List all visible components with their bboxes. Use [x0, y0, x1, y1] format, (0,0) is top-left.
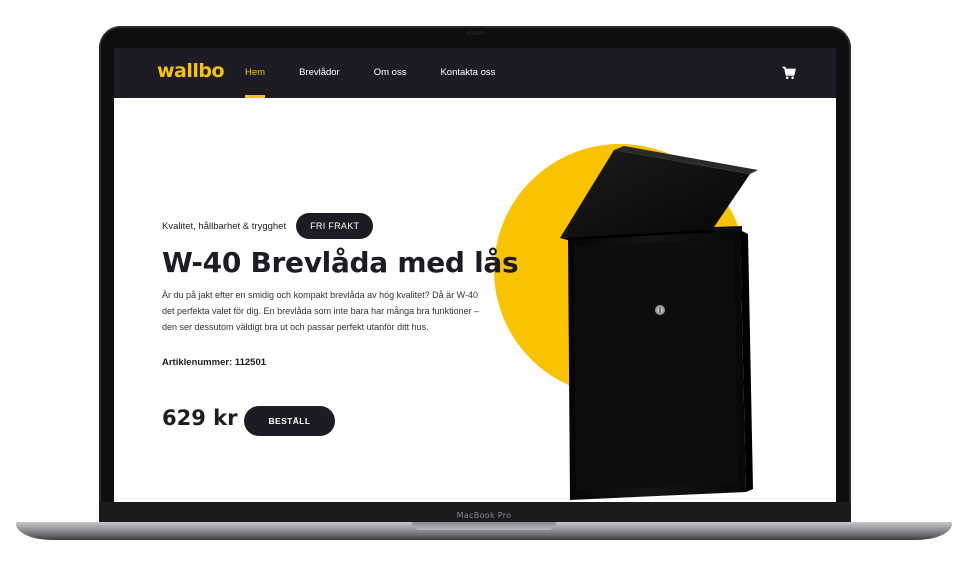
main-nav: Hem Brevlådor Om oss Kontakta oss: [245, 48, 529, 98]
nav-item-label: Kontakta oss: [440, 67, 496, 78]
product-price: 629 kr: [162, 406, 238, 430]
mailbox-product-image: [560, 146, 758, 500]
product-description: Är du på jakt efter en smidig och kompak…: [162, 290, 480, 332]
site-header: wallbo Hem Brevlådor Om oss Kontakta oss: [114, 48, 836, 98]
camera-notch: [466, 31, 484, 35]
device-model-label: MacBook Pro: [456, 511, 512, 520]
nav-item-label: Brevlådor: [299, 67, 340, 78]
tagline: Kvalitet, hållbarhet & trygghet: [162, 220, 287, 232]
product-title: W-40 Brevlåda med lås: [162, 246, 519, 279]
laptop-base-notch: [412, 522, 556, 530]
brand-logo[interactable]: wallbo: [157, 60, 225, 82]
nav-item-om-oss[interactable]: Om oss: [374, 48, 407, 98]
free-shipping-badge: FRI FRAKT: [296, 213, 374, 239]
nav-item-kontakta-oss[interactable]: Kontakta oss: [440, 48, 495, 98]
tagline-row: Kvalitet, hållbarhet & trygghet FRI FRAK…: [162, 213, 374, 239]
order-button[interactable]: BESTÄLL: [244, 406, 335, 436]
nav-item-label: Om oss: [373, 67, 407, 78]
laptop-screen: wallbo Hem Brevlådor Om oss Kontakta oss: [114, 48, 836, 502]
nav-item-brevlador[interactable]: Brevlådor: [299, 48, 340, 98]
active-nav-indicator: [245, 95, 266, 98]
nav-item-label: Hem: [245, 67, 266, 78]
article-number: Artiklenummer: 112501: [162, 357, 267, 368]
cart-icon[interactable]: [782, 66, 796, 80]
nav-item-hem[interactable]: Hem: [245, 48, 266, 98]
